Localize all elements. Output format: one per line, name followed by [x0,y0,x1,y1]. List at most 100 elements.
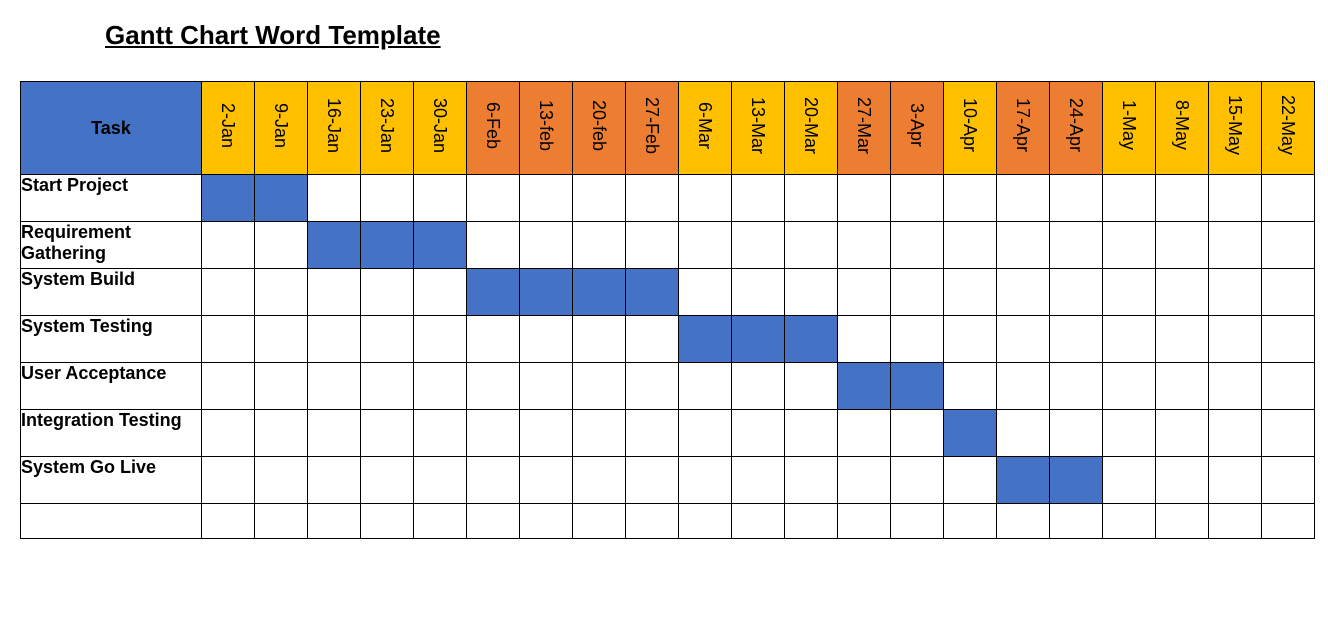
task-column-header: Task [21,82,202,175]
gantt-empty-cell [679,504,732,539]
date-header: 24-Apr [1050,82,1103,175]
gantt-empty-cell [944,457,997,504]
gantt-empty-cell [732,175,785,222]
gantt-empty-cell [626,363,679,410]
gantt-empty-cell [467,504,520,539]
task-row: User Acceptance [21,363,1315,410]
gantt-empty-cell [202,316,255,363]
gantt-empty-cell [891,222,944,269]
date-header-label: 24-Apr [1067,98,1085,152]
empty-row [21,504,1315,539]
gantt-empty-cell [361,410,414,457]
date-header: 17-Apr [997,82,1050,175]
gantt-empty-cell [467,363,520,410]
gantt-empty-cell [997,269,1050,316]
gantt-empty-cell [732,410,785,457]
gantt-empty-cell [997,504,1050,539]
gantt-empty-cell [626,222,679,269]
date-header-label: 3-Apr [908,103,926,147]
date-header: 27-Mar [838,82,891,175]
gantt-empty-cell [732,269,785,316]
gantt-empty-cell [1262,363,1315,410]
gantt-empty-cell [255,316,308,363]
gantt-bar-cell [785,316,838,363]
page-title: Gantt Chart Word Template [105,20,1310,51]
gantt-empty-cell [467,410,520,457]
gantt-empty-cell [891,410,944,457]
gantt-empty-cell [944,363,997,410]
gantt-empty-cell [414,457,467,504]
gantt-bar-cell [361,222,414,269]
date-header-label: 10-Apr [961,98,979,152]
gantt-empty-cell [1156,410,1209,457]
gantt-empty-cell [1103,363,1156,410]
gantt-empty-cell [1050,269,1103,316]
gantt-empty-cell [1103,222,1156,269]
gantt-empty-cell [520,222,573,269]
gantt-empty-cell [573,457,626,504]
gantt-empty-cell [308,316,361,363]
gantt-empty-cell [308,457,361,504]
gantt-empty-cell [467,316,520,363]
gantt-empty-cell [308,175,361,222]
gantt-empty-cell [1156,316,1209,363]
gantt-empty-cell [1262,316,1315,363]
gantt-empty-cell [838,410,891,457]
gantt-empty-cell [520,363,573,410]
gantt-empty-cell [520,457,573,504]
gantt-empty-cell [1262,269,1315,316]
gantt-empty-cell [1156,363,1209,410]
date-header-label: 22-May [1279,95,1297,155]
gantt-empty-cell [520,504,573,539]
gantt-empty-cell [1103,316,1156,363]
gantt-body: Start ProjectRequirement GatheringSystem… [21,175,1315,539]
date-header-label: 30-Jan [431,98,449,153]
gantt-empty-cell [255,269,308,316]
gantt-empty-cell [1262,175,1315,222]
gantt-empty-cell [1156,504,1209,539]
task-name-cell: System Build [21,269,202,316]
gantt-empty-cell [1156,457,1209,504]
gantt-empty-cell [679,410,732,457]
date-header: 27-Feb [626,82,679,175]
gantt-empty-cell [626,504,679,539]
date-header: 20-Mar [785,82,838,175]
gantt-empty-cell [255,363,308,410]
gantt-empty-cell [1262,410,1315,457]
gantt-empty-cell [997,363,1050,410]
date-header: 16-Jan [308,82,361,175]
gantt-empty-cell [944,175,997,222]
gantt-bar-cell [891,363,944,410]
date-header-label: 1-May [1120,100,1138,150]
gantt-empty-cell [679,222,732,269]
gantt-empty-cell [1262,222,1315,269]
gantt-empty-cell [785,222,838,269]
gantt-empty-cell [997,175,1050,222]
date-header-label: 2-Jan [219,103,237,148]
gantt-empty-cell [361,457,414,504]
date-header: 8-May [1156,82,1209,175]
date-header-label: 8-May [1173,100,1191,150]
gantt-empty-cell [202,410,255,457]
gantt-empty-cell [202,504,255,539]
gantt-empty-cell [891,457,944,504]
date-header-label: 23-Jan [378,98,396,153]
task-name-cell: Requirement Gathering [21,222,202,269]
gantt-bar-cell [838,363,891,410]
gantt-empty-cell [732,363,785,410]
gantt-empty-cell [1209,222,1262,269]
gantt-bar-cell [414,222,467,269]
gantt-empty-cell [1209,504,1262,539]
gantt-empty-cell [520,175,573,222]
date-header: 3-Apr [891,82,944,175]
gantt-empty-cell [732,222,785,269]
gantt-empty-cell [1262,457,1315,504]
task-row: Start Project [21,175,1315,222]
date-header-label: 6-Mar [696,102,714,149]
gantt-bar-cell [997,457,1050,504]
gantt-empty-cell [414,504,467,539]
gantt-empty-cell [573,175,626,222]
date-header-label: 16-Jan [325,98,343,153]
gantt-empty-cell [891,175,944,222]
gantt-bar-cell [944,410,997,457]
